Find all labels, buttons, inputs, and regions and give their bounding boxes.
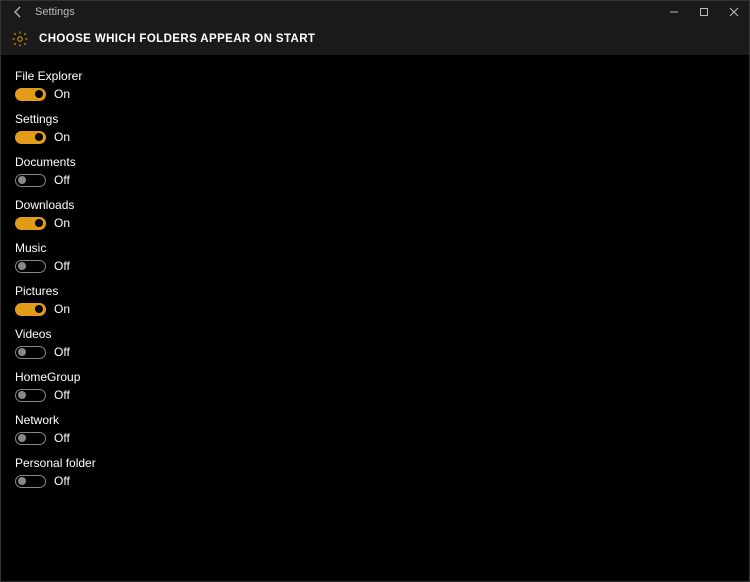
page-header: CHOOSE WHICH FOLDERS APPEAR ON START <box>1 23 749 55</box>
toggle-row: On <box>15 87 735 101</box>
toggle-state-label: On <box>54 216 70 230</box>
toggle-row: Off <box>15 259 735 273</box>
setting-item: Personal folder Off <box>15 456 735 488</box>
toggle-knob-icon <box>18 176 26 184</box>
toggle-knob-icon <box>35 305 43 313</box>
toggle-switch[interactable] <box>15 260 46 273</box>
toggle-state-label: Off <box>54 431 70 445</box>
toggle-state-label: Off <box>54 259 70 273</box>
toggle-row: On <box>15 130 735 144</box>
page-title: CHOOSE WHICH FOLDERS APPEAR ON START <box>39 33 315 45</box>
setting-label: Videos <box>15 327 735 341</box>
toggle-knob-icon <box>18 262 26 270</box>
toggle-knob-icon <box>35 133 43 141</box>
toggle-knob-icon <box>18 348 26 356</box>
toggle-knob-icon <box>18 391 26 399</box>
setting-item: Downloads On <box>15 198 735 230</box>
toggle-switch[interactable] <box>15 174 46 187</box>
setting-item: Pictures On <box>15 284 735 316</box>
toggle-switch[interactable] <box>15 217 46 230</box>
close-button[interactable] <box>719 1 749 23</box>
toggle-row: Off <box>15 431 735 445</box>
toggle-switch[interactable] <box>15 475 46 488</box>
setting-label: Pictures <box>15 284 735 298</box>
toggle-state-label: Off <box>54 474 70 488</box>
setting-label: Network <box>15 413 735 427</box>
close-icon <box>729 7 739 17</box>
toggle-knob-icon <box>35 90 43 98</box>
arrow-left-icon <box>11 5 25 19</box>
toggle-row: Off <box>15 474 735 488</box>
toggle-knob-icon <box>35 219 43 227</box>
toggle-state-label: On <box>54 87 70 101</box>
setting-label: Settings <box>15 112 735 126</box>
toggle-row: On <box>15 216 735 230</box>
setting-label: Personal folder <box>15 456 735 470</box>
toggle-row: Off <box>15 388 735 402</box>
toggle-switch[interactable] <box>15 131 46 144</box>
setting-item: Network Off <box>15 413 735 445</box>
minimize-button[interactable] <box>659 1 689 23</box>
toggle-row: Off <box>15 345 735 359</box>
toggle-knob-icon <box>18 477 26 485</box>
toggle-state-label: On <box>54 130 70 144</box>
back-button[interactable] <box>11 5 29 19</box>
toggle-switch[interactable] <box>15 303 46 316</box>
settings-list: File Explorer On Settings On Documents Off Dow… <box>1 55 749 513</box>
maximize-button[interactable] <box>689 1 719 23</box>
minimize-icon <box>669 7 679 17</box>
toggle-row: Off <box>15 173 735 187</box>
toggle-state-label: Off <box>54 388 70 402</box>
maximize-icon <box>699 7 709 17</box>
setting-label: HomeGroup <box>15 370 735 384</box>
toggle-row: On <box>15 302 735 316</box>
setting-label: Documents <box>15 155 735 169</box>
setting-label: Music <box>15 241 735 255</box>
setting-item: Documents Off <box>15 155 735 187</box>
setting-label: File Explorer <box>15 69 735 83</box>
gear-icon <box>11 30 29 48</box>
app-title: Settings <box>35 6 75 18</box>
toggle-state-label: Off <box>54 173 70 187</box>
toggle-state-label: On <box>54 302 70 316</box>
toggle-switch[interactable] <box>15 389 46 402</box>
setting-item: File Explorer On <box>15 69 735 101</box>
toggle-switch[interactable] <box>15 88 46 101</box>
setting-label: Downloads <box>15 198 735 212</box>
setting-item: Settings On <box>15 112 735 144</box>
setting-item: HomeGroup Off <box>15 370 735 402</box>
setting-item: Videos Off <box>15 327 735 359</box>
title-bar: Settings <box>1 1 749 23</box>
toggle-state-label: Off <box>54 345 70 359</box>
setting-item: Music Off <box>15 241 735 273</box>
toggle-switch[interactable] <box>15 432 46 445</box>
toggle-switch[interactable] <box>15 346 46 359</box>
toggle-knob-icon <box>18 434 26 442</box>
